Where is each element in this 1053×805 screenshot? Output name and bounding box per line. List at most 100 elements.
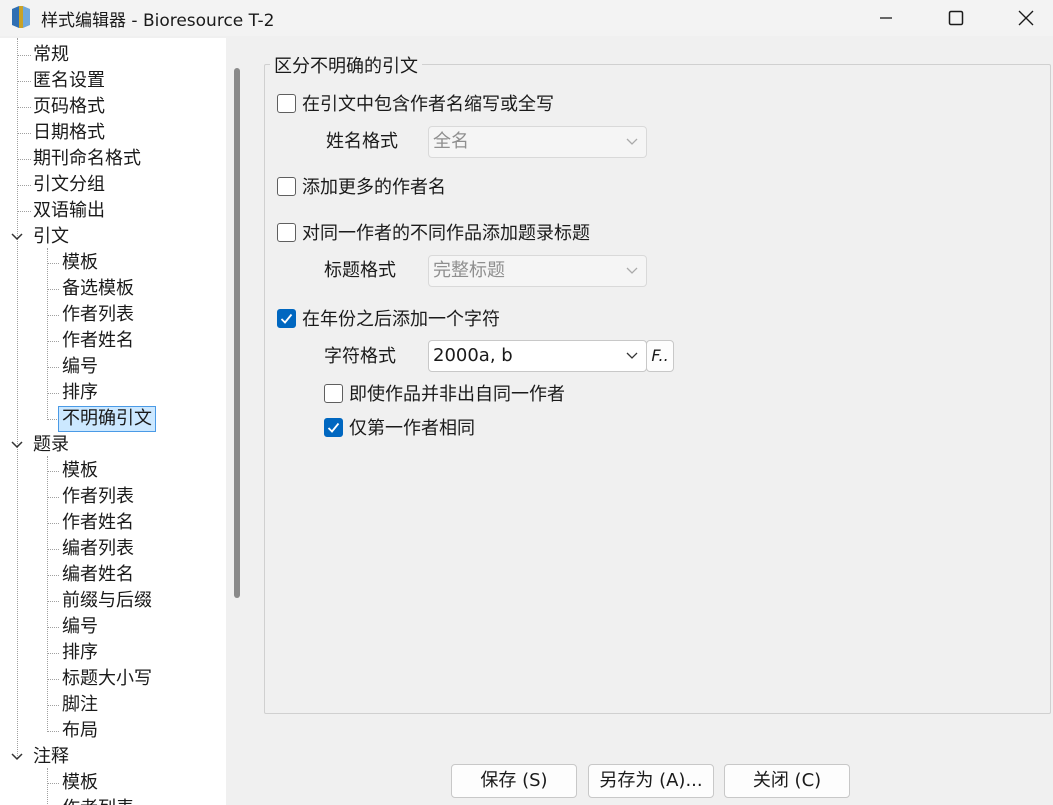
tree-item-citation-templates[interactable]: 模板: [62, 251, 98, 275]
chevron-down-icon[interactable]: [10, 438, 24, 452]
close-icon: [1018, 10, 1034, 26]
minimize-icon: [880, 17, 892, 19]
tree-connector: [47, 549, 59, 550]
tree-item-bib-templates[interactable]: 模板: [62, 459, 98, 483]
save-button[interactable]: 保存 (S): [451, 764, 577, 798]
tree-connector: [47, 783, 59, 784]
first-author-only-row[interactable]: 仅第一作者相同: [324, 415, 475, 439]
tree-item-bib-numbering[interactable]: 编号: [62, 615, 98, 639]
tree-item-bibliography[interactable]: 题录: [33, 433, 69, 457]
add-title-checkbox[interactable]: [277, 222, 296, 242]
tree-item-date-format[interactable]: 日期格式: [33, 121, 105, 145]
tree-item-bib-prefix-suffix[interactable]: 前缀与后缀: [62, 589, 152, 613]
tree-connector: [47, 768, 48, 805]
tree-connector: [47, 393, 59, 394]
chevron-down-icon: [626, 138, 638, 145]
maximize-button[interactable]: [933, 0, 979, 36]
checkmark-icon: [327, 422, 340, 433]
title-format-select[interactable]: 完整标题: [428, 255, 647, 287]
tree-item-page-format[interactable]: 页码格式: [33, 95, 105, 119]
save-as-button[interactable]: 另存为 (A)...: [588, 764, 714, 798]
window-title: 样式编辑器 - Bioresource T-2: [41, 11, 275, 31]
tree-item-citation-alt-templates[interactable]: 备选模板: [62, 277, 134, 301]
tree-item-ambiguous-citations[interactable]: 不明确引文: [58, 406, 156, 432]
app-icon: [12, 6, 30, 28]
tree-connector: [47, 289, 59, 290]
include-author-initials-row[interactable]: 在引文中包含作者名缩写或全写: [277, 91, 554, 115]
char-format-select[interactable]: 2000a, b: [428, 340, 647, 372]
tree-item-anonymous[interactable]: 匿名设置: [33, 69, 105, 93]
tree-item-citations[interactable]: 引文: [33, 225, 69, 249]
tree-connector: [47, 679, 59, 680]
tree-item-notes-templates[interactable]: 模板: [62, 771, 98, 795]
tree-scrollbar[interactable]: [226, 38, 250, 805]
tree-connector: [17, 133, 31, 134]
add-char-after-year-row[interactable]: 在年份之后添加一个字符: [277, 306, 500, 330]
tree-item-citation-numbering[interactable]: 编号: [62, 355, 98, 379]
tree-connector: [47, 731, 59, 732]
name-format-value: 全名: [433, 131, 469, 152]
tree-item-citation-author-name[interactable]: 作者姓名: [62, 329, 134, 353]
tree-connector: [47, 653, 59, 654]
tree-connector: [17, 38, 18, 758]
tree-item-bib-author-name[interactable]: 作者姓名: [62, 511, 134, 535]
name-format-select[interactable]: 全名: [428, 126, 647, 158]
tree-connector: [47, 523, 59, 524]
settings-pane: 区分不明确的引文 在引文中包含作者名缩写或全写 姓名格式 全名 添加更多的作者名…: [252, 38, 1053, 805]
tree-item-bilingual[interactable]: 双语输出: [33, 199, 105, 223]
maximize-icon: [948, 10, 964, 26]
first-author-only-label: 仅第一作者相同: [349, 418, 475, 439]
tree-item-general[interactable]: 常规: [33, 43, 69, 67]
even-if-not-same-author-row[interactable]: 即使作品并非出自同一作者: [324, 381, 565, 405]
tree-connector: [47, 705, 59, 706]
tree-connector: [47, 601, 59, 602]
tree-item-bib-layout[interactable]: 布局: [62, 719, 98, 743]
char-font-button[interactable]: F..: [646, 340, 674, 372]
add-more-authors-row[interactable]: 添加更多的作者名: [277, 174, 446, 198]
title-format-value: 完整标题: [433, 260, 505, 281]
tree-connector: [47, 419, 57, 420]
tree-connector: [47, 627, 59, 628]
first-author-only-checkbox[interactable]: [324, 417, 343, 437]
even-if-not-same-author-label: 即使作品并非出自同一作者: [349, 384, 565, 405]
tree-connector: [17, 185, 31, 186]
tree-connector: [47, 471, 59, 472]
group-title: 区分不明确的引文: [270, 52, 422, 78]
add-title-row[interactable]: 对同一作者的不同作品添加题录标题: [277, 220, 590, 244]
add-char-after-year-checkbox[interactable]: [277, 308, 296, 328]
tree-item-citation-author-list[interactable]: 作者列表: [62, 303, 134, 327]
tree-connector: [47, 575, 59, 576]
tree-connector: [17, 107, 31, 108]
tree-item-citation-grouping[interactable]: 引文分组: [33, 173, 105, 197]
chevron-down-icon: [626, 267, 638, 274]
tree-item-bib-author-list[interactable]: 作者列表: [62, 485, 134, 509]
tree-item-notes[interactable]: 注释: [33, 745, 69, 769]
tree-item-notes-author-list[interactable]: 作者列表: [62, 797, 134, 805]
even-if-not-same-author-checkbox[interactable]: [324, 383, 343, 403]
tree-connector: [47, 315, 59, 316]
scrollbar-thumb[interactable]: [234, 68, 240, 598]
tree-item-citation-sort[interactable]: 排序: [62, 381, 98, 405]
add-title-label: 对同一作者的不同作品添加题录标题: [302, 223, 590, 244]
tree-item-bib-footnotes[interactable]: 脚注: [62, 693, 98, 717]
include-author-initials-checkbox[interactable]: [277, 93, 296, 113]
tree-item-bib-editor-list[interactable]: 编者列表: [62, 537, 134, 561]
tree-item-journal-names[interactable]: 期刊命名格式: [33, 147, 141, 171]
chevron-down-icon[interactable]: [10, 230, 24, 244]
title-format-label: 标题格式: [324, 260, 396, 281]
title-bar: 样式编辑器 - Bioresource T-2: [0, 0, 1053, 36]
name-format-label: 姓名格式: [326, 131, 398, 152]
close-window-button[interactable]: [1003, 0, 1049, 36]
tree-connector: [47, 263, 59, 264]
close-button[interactable]: 关闭 (C): [724, 764, 850, 798]
add-char-after-year-label: 在年份之后添加一个字符: [302, 309, 500, 330]
add-more-authors-checkbox[interactable]: [277, 176, 296, 196]
tree-item-bib-title-case[interactable]: 标题大小写: [62, 667, 152, 691]
tree-item-bib-editor-name[interactable]: 编者姓名: [62, 563, 134, 587]
tree-item-bib-sort[interactable]: 排序: [62, 641, 98, 665]
chevron-down-icon[interactable]: [10, 750, 24, 764]
char-format-value: 2000a, b: [433, 345, 513, 366]
include-author-initials-label: 在引文中包含作者名缩写或全写: [302, 94, 554, 115]
minimize-button[interactable]: [863, 0, 909, 36]
tree-connector: [17, 81, 31, 82]
